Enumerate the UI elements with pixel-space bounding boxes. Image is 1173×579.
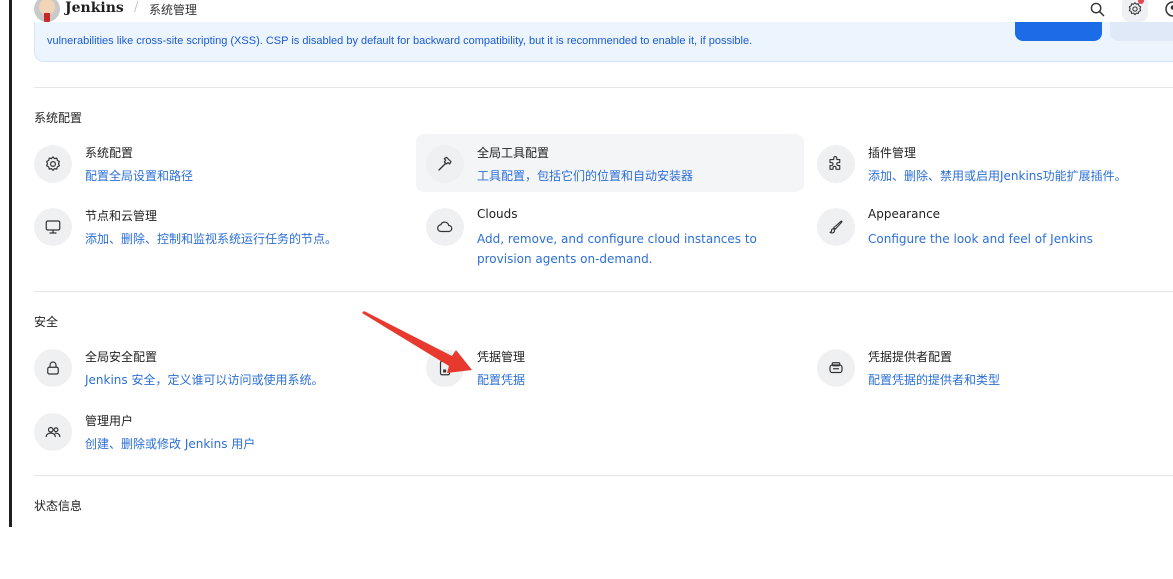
section-divider bbox=[34, 87, 1173, 88]
breadcrumb-current[interactable]: 系统管理 bbox=[149, 1, 197, 18]
item-description: 添加、删除、禁用或启用Jenkins功能扩展插件。 bbox=[868, 169, 1127, 183]
banner-secondary-button[interactable] bbox=[1110, 22, 1173, 41]
item-title: 凭据管理 bbox=[477, 350, 526, 364]
section-title-system: 系统配置 bbox=[34, 111, 83, 125]
section-title-security: 安全 bbox=[34, 315, 59, 329]
item-title: 全局安全配置 bbox=[85, 350, 158, 364]
item-credentials[interactable]: 凭据管理 配置凭据 bbox=[426, 338, 814, 396]
item-credential-providers[interactable]: 凭据提供者配置 配置凭据的提供者和类型 bbox=[817, 338, 1173, 396]
csp-warning-banner: vulnerabilities like cross-site scriptin… bbox=[34, 22, 1173, 62]
item-nodes-clouds[interactable]: 节点和云管理 添加、删除、控制和监视系统运行任务的节点。 bbox=[34, 197, 422, 255]
item-global-security[interactable]: 全局安全配置 Jenkins 安全，定义谁可以访问或使用系统。 bbox=[34, 338, 422, 396]
item-description: 添加、删除、控制和监视系统运行任务的节点。 bbox=[85, 232, 338, 246]
item-manage-users[interactable]: 管理用户 创建、删除或修改 Jenkins 用户 bbox=[34, 402, 422, 460]
cloud-icon bbox=[426, 208, 464, 246]
jenkins-logo-icon[interactable] bbox=[34, 0, 60, 22]
item-title: Appearance bbox=[868, 207, 941, 221]
gear-icon bbox=[34, 145, 72, 183]
window-edge bbox=[9, 0, 12, 527]
notification-dot bbox=[1138, 0, 1144, 4]
item-description: 配置凭据 bbox=[477, 373, 526, 387]
section-divider bbox=[34, 291, 1173, 292]
jenkins-window: Jenkins / 系统管理 vulnerabilities like cros… bbox=[0, 0, 1173, 527]
section-divider bbox=[34, 475, 1173, 476]
item-clouds[interactable]: Clouds Add, remove, and configure cloud … bbox=[426, 197, 814, 275]
item-title: 插件管理 bbox=[868, 146, 917, 160]
item-title: 凭据提供者配置 bbox=[868, 350, 953, 364]
lock-icon bbox=[34, 349, 72, 387]
item-description: 配置全局设置和路径 bbox=[85, 169, 194, 183]
user-menu-button[interactable] bbox=[1160, 0, 1173, 22]
banner-text: vulnerabilities like cross-site scriptin… bbox=[47, 35, 753, 47]
brand-link[interactable]: Jenkins bbox=[65, 0, 124, 16]
item-title: 全局工具配置 bbox=[477, 146, 550, 160]
item-plugin-manager[interactable]: 插件管理 添加、删除、禁用或启用Jenkins功能扩展插件。 bbox=[817, 134, 1173, 192]
brush-icon bbox=[817, 208, 855, 246]
puzzle-icon bbox=[817, 145, 855, 183]
hammer-icon bbox=[426, 145, 464, 183]
item-description: Add, remove, and configure cloud instanc… bbox=[477, 232, 757, 266]
users-icon bbox=[34, 413, 72, 451]
item-description: 配置凭据的提供者和类型 bbox=[868, 373, 1001, 387]
item-description: Jenkins 安全，定义谁可以访问或使用系统。 bbox=[85, 373, 324, 387]
user-icon bbox=[1165, 1, 1173, 17]
item-title: 管理用户 bbox=[85, 414, 134, 428]
vault-icon bbox=[817, 349, 855, 387]
item-title: 节点和云管理 bbox=[85, 209, 158, 223]
manage-jenkins-button[interactable] bbox=[1122, 0, 1148, 22]
monitor-icon bbox=[34, 208, 72, 246]
item-global-tool-config[interactable]: 全局工具配置 工具配置，包括它们的位置和自动安装器 bbox=[416, 134, 804, 192]
credentials-icon bbox=[426, 349, 464, 387]
top-bar: Jenkins / 系统管理 bbox=[12, 0, 1173, 22]
item-description: 工具配置，包括它们的位置和自动安装器 bbox=[477, 169, 694, 183]
item-title: 系统配置 bbox=[85, 146, 134, 160]
item-title: Clouds bbox=[477, 207, 518, 221]
item-description: Configure the look and feel of Jenkins bbox=[868, 232, 1093, 246]
breadcrumb-separator: / bbox=[134, 0, 139, 15]
item-system-config[interactable]: 系统配置 配置全局设置和路径 bbox=[34, 134, 422, 192]
search-icon bbox=[1090, 2, 1104, 16]
banner-primary-button[interactable] bbox=[1015, 22, 1102, 41]
search-button[interactable] bbox=[1084, 0, 1110, 22]
item-appearance[interactable]: Appearance Configure the look and feel o… bbox=[817, 197, 1173, 255]
item-description: 创建、删除或修改 Jenkins 用户 bbox=[85, 437, 256, 451]
section-title-status: 状态信息 bbox=[34, 499, 83, 513]
